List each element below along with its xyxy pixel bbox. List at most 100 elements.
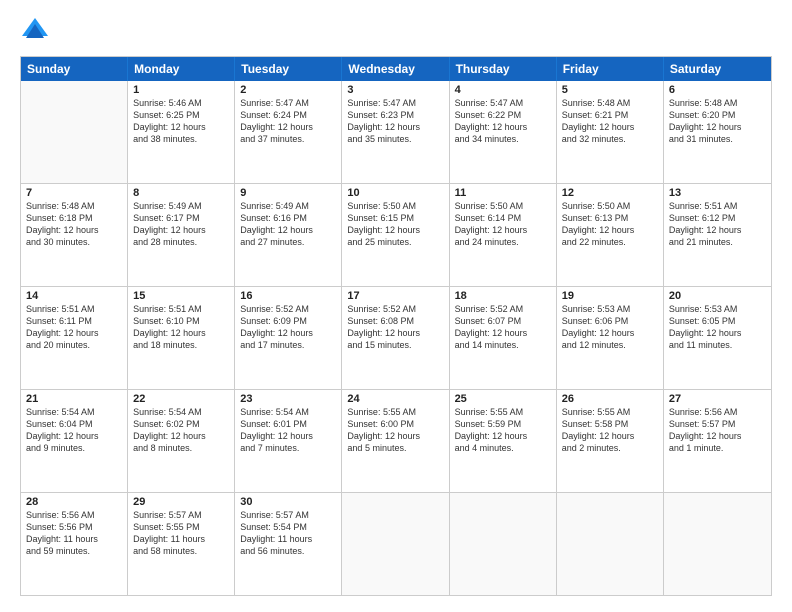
calendar-cell [664, 493, 771, 595]
calendar-cell: 30Sunrise: 5:57 AMSunset: 5:54 PMDayligh… [235, 493, 342, 595]
day-number: 2 [240, 84, 336, 96]
calendar-cell: 15Sunrise: 5:51 AMSunset: 6:10 PMDayligh… [128, 287, 235, 389]
day-info: Sunrise: 5:51 AMSunset: 6:11 PMDaylight:… [26, 303, 122, 352]
calendar-cell: 25Sunrise: 5:55 AMSunset: 5:59 PMDayligh… [450, 390, 557, 492]
day-number: 5 [562, 84, 658, 96]
calendar-week-2: 7Sunrise: 5:48 AMSunset: 6:18 PMDaylight… [21, 183, 771, 286]
calendar-cell: 1Sunrise: 5:46 AMSunset: 6:25 PMDaylight… [128, 81, 235, 183]
day-number: 29 [133, 496, 229, 508]
day-info: Sunrise: 5:49 AMSunset: 6:17 PMDaylight:… [133, 200, 229, 249]
calendar-cell: 19Sunrise: 5:53 AMSunset: 6:06 PMDayligh… [557, 287, 664, 389]
calendar-cell: 16Sunrise: 5:52 AMSunset: 6:09 PMDayligh… [235, 287, 342, 389]
day-number: 14 [26, 290, 122, 302]
day-number: 28 [26, 496, 122, 508]
calendar-cell: 3Sunrise: 5:47 AMSunset: 6:23 PMDaylight… [342, 81, 449, 183]
day-info: Sunrise: 5:50 AMSunset: 6:13 PMDaylight:… [562, 200, 658, 249]
day-info: Sunrise: 5:54 AMSunset: 6:02 PMDaylight:… [133, 406, 229, 455]
header-day-saturday: Saturday [664, 57, 771, 81]
day-number: 30 [240, 496, 336, 508]
calendar: SundayMondayTuesdayWednesdayThursdayFrid… [20, 56, 772, 596]
calendar-cell: 12Sunrise: 5:50 AMSunset: 6:13 PMDayligh… [557, 184, 664, 286]
header-day-wednesday: Wednesday [342, 57, 449, 81]
header-day-thursday: Thursday [450, 57, 557, 81]
calendar-cell [342, 493, 449, 595]
day-info: Sunrise: 5:56 AMSunset: 5:56 PMDaylight:… [26, 509, 122, 558]
calendar-cell: 2Sunrise: 5:47 AMSunset: 6:24 PMDaylight… [235, 81, 342, 183]
day-info: Sunrise: 5:50 AMSunset: 6:14 PMDaylight:… [455, 200, 551, 249]
logo [20, 16, 54, 46]
calendar-cell: 10Sunrise: 5:50 AMSunset: 6:15 PMDayligh… [342, 184, 449, 286]
calendar-cell [21, 81, 128, 183]
calendar-cell: 26Sunrise: 5:55 AMSunset: 5:58 PMDayligh… [557, 390, 664, 492]
day-info: Sunrise: 5:50 AMSunset: 6:15 PMDaylight:… [347, 200, 443, 249]
day-number: 9 [240, 187, 336, 199]
day-info: Sunrise: 5:48 AMSunset: 6:18 PMDaylight:… [26, 200, 122, 249]
day-number: 4 [455, 84, 551, 96]
day-info: Sunrise: 5:57 AMSunset: 5:54 PMDaylight:… [240, 509, 336, 558]
day-info: Sunrise: 5:52 AMSunset: 6:08 PMDaylight:… [347, 303, 443, 352]
day-number: 23 [240, 393, 336, 405]
calendar-cell: 23Sunrise: 5:54 AMSunset: 6:01 PMDayligh… [235, 390, 342, 492]
day-number: 7 [26, 187, 122, 199]
header [20, 16, 772, 46]
day-info: Sunrise: 5:47 AMSunset: 6:24 PMDaylight:… [240, 97, 336, 146]
day-number: 22 [133, 393, 229, 405]
day-number: 12 [562, 187, 658, 199]
calendar-cell [450, 493, 557, 595]
header-day-tuesday: Tuesday [235, 57, 342, 81]
day-info: Sunrise: 5:53 AMSunset: 6:06 PMDaylight:… [562, 303, 658, 352]
day-info: Sunrise: 5:54 AMSunset: 6:04 PMDaylight:… [26, 406, 122, 455]
page: SundayMondayTuesdayWednesdayThursdayFrid… [0, 0, 792, 612]
day-info: Sunrise: 5:55 AMSunset: 6:00 PMDaylight:… [347, 406, 443, 455]
calendar-cell: 20Sunrise: 5:53 AMSunset: 6:05 PMDayligh… [664, 287, 771, 389]
day-info: Sunrise: 5:53 AMSunset: 6:05 PMDaylight:… [669, 303, 766, 352]
day-number: 16 [240, 290, 336, 302]
day-number: 20 [669, 290, 766, 302]
calendar-cell: 14Sunrise: 5:51 AMSunset: 6:11 PMDayligh… [21, 287, 128, 389]
calendar-cell: 21Sunrise: 5:54 AMSunset: 6:04 PMDayligh… [21, 390, 128, 492]
calendar-body: 1Sunrise: 5:46 AMSunset: 6:25 PMDaylight… [21, 81, 771, 595]
day-info: Sunrise: 5:51 AMSunset: 6:10 PMDaylight:… [133, 303, 229, 352]
header-day-friday: Friday [557, 57, 664, 81]
day-number: 18 [455, 290, 551, 302]
day-info: Sunrise: 5:52 AMSunset: 6:07 PMDaylight:… [455, 303, 551, 352]
calendar-cell: 28Sunrise: 5:56 AMSunset: 5:56 PMDayligh… [21, 493, 128, 595]
day-info: Sunrise: 5:55 AMSunset: 5:58 PMDaylight:… [562, 406, 658, 455]
day-info: Sunrise: 5:48 AMSunset: 6:21 PMDaylight:… [562, 97, 658, 146]
calendar-cell: 8Sunrise: 5:49 AMSunset: 6:17 PMDaylight… [128, 184, 235, 286]
calendar-cell: 24Sunrise: 5:55 AMSunset: 6:00 PMDayligh… [342, 390, 449, 492]
calendar-header: SundayMondayTuesdayWednesdayThursdayFrid… [21, 57, 771, 81]
calendar-cell: 11Sunrise: 5:50 AMSunset: 6:14 PMDayligh… [450, 184, 557, 286]
day-number: 25 [455, 393, 551, 405]
calendar-cell: 13Sunrise: 5:51 AMSunset: 6:12 PMDayligh… [664, 184, 771, 286]
day-number: 26 [562, 393, 658, 405]
calendar-cell: 4Sunrise: 5:47 AMSunset: 6:22 PMDaylight… [450, 81, 557, 183]
header-day-monday: Monday [128, 57, 235, 81]
calendar-cell: 7Sunrise: 5:48 AMSunset: 6:18 PMDaylight… [21, 184, 128, 286]
calendar-cell: 29Sunrise: 5:57 AMSunset: 5:55 PMDayligh… [128, 493, 235, 595]
day-number: 8 [133, 187, 229, 199]
day-number: 19 [562, 290, 658, 302]
day-number: 10 [347, 187, 443, 199]
day-number: 27 [669, 393, 766, 405]
day-info: Sunrise: 5:47 AMSunset: 6:22 PMDaylight:… [455, 97, 551, 146]
day-info: Sunrise: 5:56 AMSunset: 5:57 PMDaylight:… [669, 406, 766, 455]
day-info: Sunrise: 5:47 AMSunset: 6:23 PMDaylight:… [347, 97, 443, 146]
day-number: 24 [347, 393, 443, 405]
calendar-cell: 22Sunrise: 5:54 AMSunset: 6:02 PMDayligh… [128, 390, 235, 492]
calendar-cell: 17Sunrise: 5:52 AMSunset: 6:08 PMDayligh… [342, 287, 449, 389]
day-info: Sunrise: 5:49 AMSunset: 6:16 PMDaylight:… [240, 200, 336, 249]
calendar-cell [557, 493, 664, 595]
day-number: 1 [133, 84, 229, 96]
day-info: Sunrise: 5:51 AMSunset: 6:12 PMDaylight:… [669, 200, 766, 249]
day-info: Sunrise: 5:55 AMSunset: 5:59 PMDaylight:… [455, 406, 551, 455]
day-number: 17 [347, 290, 443, 302]
day-info: Sunrise: 5:46 AMSunset: 6:25 PMDaylight:… [133, 97, 229, 146]
day-number: 21 [26, 393, 122, 405]
day-number: 6 [669, 84, 766, 96]
calendar-cell: 18Sunrise: 5:52 AMSunset: 6:07 PMDayligh… [450, 287, 557, 389]
calendar-week-1: 1Sunrise: 5:46 AMSunset: 6:25 PMDaylight… [21, 81, 771, 183]
day-info: Sunrise: 5:57 AMSunset: 5:55 PMDaylight:… [133, 509, 229, 558]
calendar-cell: 6Sunrise: 5:48 AMSunset: 6:20 PMDaylight… [664, 81, 771, 183]
day-info: Sunrise: 5:48 AMSunset: 6:20 PMDaylight:… [669, 97, 766, 146]
